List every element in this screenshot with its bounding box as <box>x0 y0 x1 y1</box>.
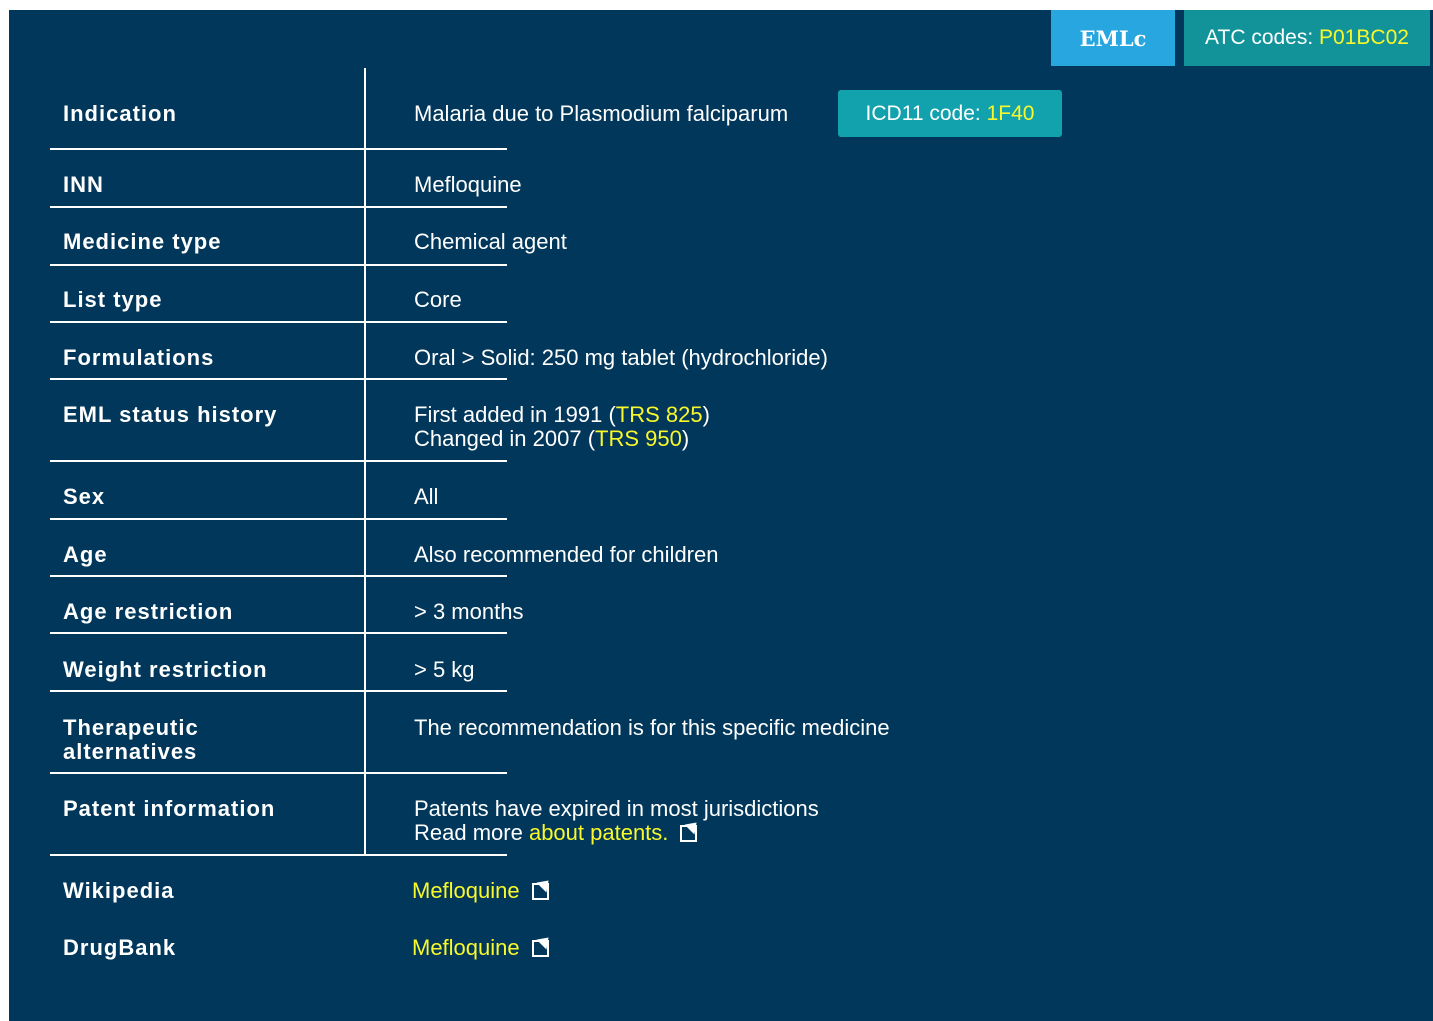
medicine-info-panel: EMLc ATC codes: P01BC02 Indication Malar… <box>9 10 1433 1021</box>
eml-status-value: First added in 1991 (TRS 825) Changed in… <box>414 403 710 451</box>
age-restriction-value: > 3 months <box>414 599 524 624</box>
row-divider <box>50 772 507 774</box>
external-link-icon[interactable] <box>531 883 549 900</box>
age-value: Also recommended for children <box>414 542 719 567</box>
row-divider <box>50 378 507 380</box>
indication-label: Indication <box>63 101 177 126</box>
row-divider <box>50 206 507 208</box>
row-divider <box>50 518 507 520</box>
status-text: ) <box>702 402 710 427</box>
wikipedia-label: Wikipedia <box>63 878 175 903</box>
trs-950-link[interactable]: TRS 950 <box>595 426 682 451</box>
age-label: Age <box>63 542 108 567</box>
list-type-value: Core <box>414 287 462 312</box>
row-divider <box>50 148 507 150</box>
patent-information-value: Patents have expired in most jurisdictio… <box>414 797 819 845</box>
eml-status-line-2: Changed in 2007 (TRS 950) <box>414 427 710 451</box>
row-divider <box>50 632 507 634</box>
list-type-label: List type <box>63 287 163 312</box>
patent-line-1: Patents have expired in most jurisdictio… <box>414 796 819 821</box>
atc-codes-tag[interactable]: ATC codes: P01BC02 <box>1184 10 1430 66</box>
patent-information-label: Patent information <box>63 796 276 821</box>
trs-825-link[interactable]: TRS 825 <box>616 402 703 427</box>
wikipedia-mefloquine-link[interactable]: Mefloquine <box>412 878 520 903</box>
icd-code-link[interactable]: 1F40 <box>987 102 1035 126</box>
inn-label: INN <box>63 172 104 197</box>
eml-tag-label: EMLc <box>1079 25 1147 51</box>
eml-status-label: EML status history <box>63 402 278 427</box>
sex-value: All <box>414 484 439 509</box>
row-divider <box>50 321 507 323</box>
indication-value: Malaria due to Plasmodium falciparum <box>414 101 789 126</box>
external-link-icon[interactable] <box>680 825 698 842</box>
drugbank-mefloquine-link[interactable]: Mefloquine <box>412 935 520 960</box>
wikipedia-value: Mefloquine <box>412 879 549 903</box>
medicine-type-label: Medicine type <box>63 229 222 254</box>
therapeutic-alternatives-value: The recommendation is for this specific … <box>414 715 890 740</box>
patent-line-2: Read more about patents. <box>414 821 819 845</box>
atc-prefix: ATC codes: <box>1205 26 1320 49</box>
row-divider <box>50 690 507 692</box>
atc-code-link[interactable]: P01BC02 <box>1319 26 1409 50</box>
row-divider <box>50 460 507 462</box>
status-text: ) <box>681 426 690 451</box>
status-text: Changed in 2007 ( <box>414 426 596 451</box>
drugbank-label: DrugBank <box>63 935 177 960</box>
row-divider <box>50 264 507 266</box>
age-restriction-label: Age restriction <box>63 599 234 624</box>
inn-value: Mefloquine <box>414 172 522 197</box>
icd-prefix: ICD11 code: <box>865 101 987 125</box>
label-line: alternatives <box>63 739 198 764</box>
icd11-code-badge[interactable]: ICD11 code: 1F40 <box>838 90 1062 137</box>
therapeutic-alternatives-label: Therapeutic alternatives <box>63 716 199 764</box>
eml-status-line-1: First added in 1991 (TRS 825) <box>414 403 710 427</box>
row-divider <box>50 854 507 856</box>
weight-restriction-value: > 5 kg <box>414 657 475 682</box>
row-divider <box>50 575 507 577</box>
external-link-icon[interactable] <box>531 940 549 957</box>
label-line: Therapeutic <box>63 715 199 740</box>
eml-tag[interactable]: EMLc <box>1051 10 1175 66</box>
patent-read-more: Read more <box>414 820 529 845</box>
about-patents-link[interactable]: about patents. <box>529 820 668 845</box>
formulations-value: Oral > Solid: 250 mg tablet (hydrochlori… <box>414 345 828 370</box>
drugbank-value: Mefloquine <box>412 936 549 960</box>
formulations-label: Formulations <box>63 345 215 370</box>
status-text: First added in 1991 ( <box>414 402 616 427</box>
weight-restriction-label: Weight restriction <box>63 657 268 682</box>
sex-label: Sex <box>63 484 106 509</box>
medicine-type-value: Chemical agent <box>414 229 567 254</box>
